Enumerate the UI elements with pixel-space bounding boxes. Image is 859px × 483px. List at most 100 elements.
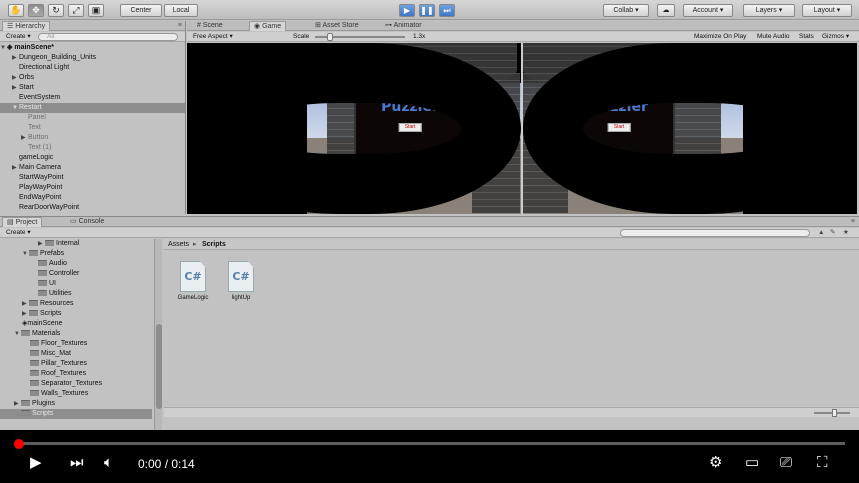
- fullscreen-icon[interactable]: ⛶: [817, 454, 828, 472]
- tab-asset-store[interactable]: ⊞ Asset Store: [311, 21, 363, 31]
- list-item[interactable]: ▶ Dungeon_Building_Units: [0, 53, 185, 63]
- tree-scene[interactable]: ◈mainScene: [22, 319, 62, 329]
- layers-dropdown[interactable]: Layers ▾: [743, 4, 795, 17]
- list-item[interactable]: ▶ Start: [0, 83, 185, 93]
- tree-folder[interactable]: Separator_Textures: [30, 379, 102, 389]
- scale-tool-icon[interactable]: ⤢: [68, 4, 84, 17]
- center-toggle[interactable]: Center: [120, 4, 162, 17]
- list-item[interactable]: ▶ Button: [0, 133, 185, 143]
- script-asset[interactable]: C# GameLogic: [175, 261, 211, 301]
- settings-gear-icon[interactable]: ⚙: [709, 454, 722, 472]
- tree-folder[interactable]: ▼ Materials: [14, 329, 60, 339]
- mute-audio-toggle[interactable]: Mute Audio: [757, 32, 790, 42]
- pause-button[interactable]: ❚❚: [419, 4, 435, 17]
- local-toggle[interactable]: Local: [164, 4, 198, 17]
- step-button[interactable]: ⏭: [439, 4, 455, 17]
- list-item[interactable]: Directional Light: [0, 63, 185, 73]
- icon-size-slider-handle[interactable]: [832, 409, 837, 417]
- tab-animator[interactable]: ⊶ Animator: [381, 21, 426, 31]
- play-button[interactable]: ▶: [399, 4, 415, 17]
- tree-folder[interactable]: Pillar_Textures: [30, 359, 87, 369]
- cloud-icon[interactable]: ☁: [657, 4, 675, 17]
- expand-arrow-icon[interactable]: ▶: [22, 299, 29, 309]
- tree-folder[interactable]: ▶ Resources: [22, 299, 73, 309]
- expand-arrow-icon[interactable]: ▶: [14, 399, 21, 409]
- project-create-button[interactable]: Create ▾: [6, 228, 31, 238]
- list-item[interactable]: EventSystem: [0, 93, 185, 103]
- list-item[interactable]: RearDoorWayPoint: [0, 203, 185, 213]
- tab-game[interactable]: ◉ Game: [249, 21, 287, 31]
- panel-menu-icon[interactable]: ≡: [178, 21, 182, 31]
- breadcrumb-assets[interactable]: Assets: [168, 239, 189, 250]
- account-dropdown[interactable]: Account ▾: [683, 4, 733, 17]
- script-asset[interactable]: C# lightUp: [223, 261, 259, 301]
- tree-folder[interactable]: UI: [38, 279, 56, 289]
- rect-tool-icon[interactable]: ▣: [88, 4, 104, 17]
- play-icon[interactable]: ▶: [30, 454, 42, 472]
- list-item-selected[interactable]: ▼Restart: [0, 103, 185, 113]
- tree-scrollbar[interactable]: [154, 239, 162, 431]
- tab-hierarchy[interactable]: ☰ Hierarchy: [2, 21, 51, 31]
- expand-arrow-icon[interactable]: ▶: [22, 309, 29, 319]
- list-item[interactable]: ▶ Main Camera: [0, 163, 185, 173]
- tab-project[interactable]: ▤ Project: [2, 217, 43, 227]
- tab-scene[interactable]: # Scene: [193, 21, 227, 31]
- volume-icon[interactable]: 🔈︎: [104, 454, 113, 472]
- tree-scroll-thumb[interactable]: [156, 324, 162, 409]
- cast-icon[interactable]: ⎚: [780, 454, 792, 472]
- list-item[interactable]: StartWayPoint: [0, 173, 185, 183]
- list-item[interactable]: ▶ Orbs: [0, 73, 185, 83]
- tree-folder[interactable]: Roof_Textures: [30, 369, 86, 379]
- list-item[interactable]: PlayWayPoint: [0, 183, 185, 193]
- tree-folder[interactable]: Audio: [38, 259, 67, 269]
- tree-folder-selected[interactable]: Scripts: [0, 409, 152, 419]
- next-icon[interactable]: ⏭: [70, 454, 84, 472]
- menu-start-button[interactable]: Start: [607, 123, 631, 132]
- menu-start-button[interactable]: Start: [398, 123, 422, 132]
- stats-toggle[interactable]: Stats: [799, 32, 814, 42]
- tree-folder[interactable]: ▶ Internal: [38, 239, 79, 249]
- tab-console[interactable]: ▭ Console: [66, 217, 108, 227]
- layout-dropdown[interactable]: Layout ▾: [802, 4, 852, 17]
- hand-tool-icon[interactable]: ✋: [8, 4, 24, 17]
- rotate-tool-icon[interactable]: ↻: [48, 4, 64, 17]
- tree-folder[interactable]: Walls_Textures: [30, 389, 88, 399]
- tree-folder[interactable]: Controller: [38, 269, 79, 279]
- list-item[interactable]: Text: [0, 123, 185, 133]
- expand-arrow-icon[interactable]: ▶: [12, 83, 19, 93]
- list-item[interactable]: Text (1): [0, 143, 185, 153]
- breadcrumb-scripts[interactable]: Scripts: [202, 239, 226, 250]
- favorite-star-icon[interactable]: ★: [843, 228, 849, 238]
- panel-menu-icon[interactable]: ≡: [851, 217, 855, 227]
- expand-arrow-icon[interactable]: ▶: [38, 239, 45, 249]
- tree-folder[interactable]: Utilities: [38, 289, 72, 299]
- list-item[interactable]: Panel: [0, 113, 185, 123]
- tree-folder[interactable]: ▼ Prefabs: [22, 249, 64, 259]
- filter-label-icon[interactable]: ✎: [830, 228, 835, 238]
- tree-folder[interactable]: ▶ Plugins: [14, 399, 55, 409]
- list-item[interactable]: gameLogic: [0, 153, 185, 163]
- expand-arrow-icon[interactable]: ▼: [22, 249, 29, 259]
- tree-folder[interactable]: ▶ Scripts: [22, 309, 61, 319]
- video-progress-bar[interactable]: [17, 442, 845, 445]
- expand-arrow-icon[interactable]: ▶: [12, 53, 19, 63]
- project-search-input[interactable]: [620, 229, 810, 237]
- expand-arrow-icon[interactable]: ▼: [12, 103, 19, 113]
- maximize-on-play-toggle[interactable]: Maximize On Play: [694, 32, 746, 42]
- hierarchy-create-button[interactable]: Create ▾: [6, 32, 31, 42]
- scene-root[interactable]: ▼◈ mainScene*: [0, 43, 185, 53]
- expand-arrow-icon[interactable]: ▼: [14, 329, 21, 339]
- aspect-dropdown[interactable]: Free Aspect ▾: [193, 32, 233, 42]
- expand-arrow-icon[interactable]: ▶: [21, 133, 28, 143]
- tree-folder[interactable]: Floor_Textures: [30, 339, 87, 349]
- expand-arrow-icon[interactable]: ▼: [0, 43, 7, 53]
- theater-mode-icon[interactable]: ▭: [745, 454, 759, 472]
- filter-type-icon[interactable]: ▲: [818, 228, 824, 238]
- hierarchy-search-input[interactable]: All: [38, 33, 178, 41]
- expand-arrow-icon[interactable]: ▶: [12, 73, 19, 83]
- gizmos-dropdown[interactable]: Gizmos ▾: [822, 32, 849, 42]
- tree-folder[interactable]: Misc_Mat: [30, 349, 71, 359]
- list-item[interactable]: EndWayPoint: [0, 193, 185, 203]
- scale-slider-handle[interactable]: [327, 33, 333, 41]
- video-scrubber-handle[interactable]: [14, 439, 24, 449]
